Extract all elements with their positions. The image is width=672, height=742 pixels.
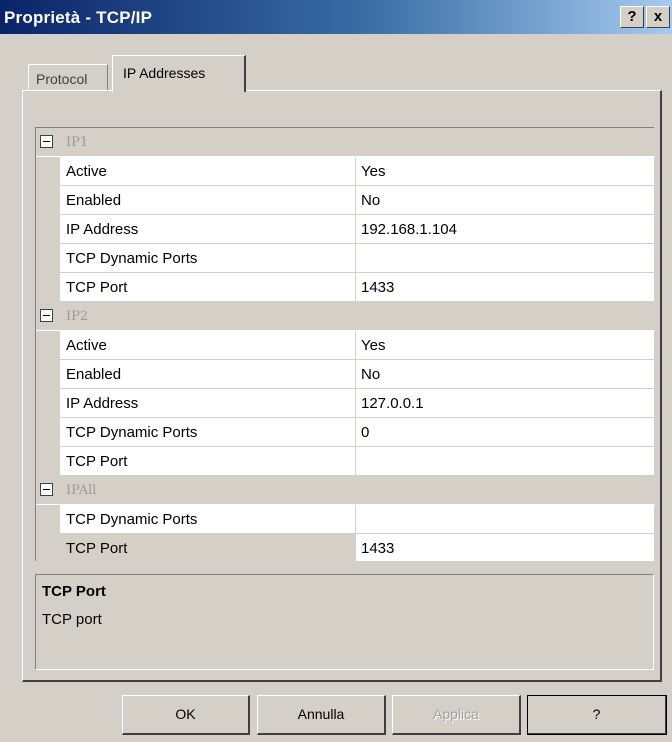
grid-property-value[interactable] [357,244,655,273]
tab-protocol[interactable]: Protocol [28,64,108,90]
property-grid[interactable]: IP1 Active Yes Enabled No IP Address 192.168.1… [35,127,655,563]
grid-property-name: IP Address [60,215,356,244]
title-help-button[interactable]: ? [620,6,644,28]
grid-category-label: IP1 [66,135,89,150]
grid-property-row[interactable]: Active Yes [36,331,655,360]
description-pane: TCP Port TCP port [35,574,654,670]
grid-category-label: IPAll [66,483,97,498]
grid-property-value[interactable]: 192.168.1.104 [357,215,655,244]
ok-button[interactable]: OK [122,695,250,735]
collapse-icon[interactable] [40,309,53,322]
grid-gutter [36,244,60,273]
grid-gutter [36,534,60,563]
grid-property-value[interactable]: 1433 [357,534,655,563]
grid-property-row[interactable]: Enabled No [36,186,655,215]
grid-property-row[interactable]: TCP Dynamic Ports [36,505,655,534]
grid-property-value[interactable]: No [357,360,655,389]
grid-gutter [36,186,60,215]
grid-property-name: IP Address [60,389,356,418]
grid-property-row[interactable]: TCP Port 1433 [36,273,655,302]
cancel-button[interactable]: Annulla [257,695,386,735]
grid-gutter [36,447,60,476]
grid-property-name: Active [60,157,356,186]
collapse-icon[interactable] [40,483,53,496]
grid-property-row[interactable]: IP Address 192.168.1.104 [36,215,655,244]
grid-property-value[interactable]: 127.0.0.1 [357,389,655,418]
grid-property-value[interactable]: Yes [357,157,655,186]
grid-property-row[interactable]: TCP Port 1433 [36,534,655,563]
grid-property-name: TCP Dynamic Ports [60,418,356,447]
collapse-icon[interactable] [40,135,53,148]
grid-gutter [36,215,60,244]
grid-property-name: TCP Port [60,534,356,563]
description-title: TCP Port [42,583,106,600]
grid-property-row[interactable]: TCP Dynamic Ports [36,244,655,273]
grid-property-name: Active [60,331,356,360]
grid-property-value[interactable]: 0 [357,418,655,447]
window-title: Proprietà - TCP/IP [4,8,153,27]
grid-gutter [36,505,60,534]
grid-property-name: TCP Port [60,447,356,476]
grid-property-value[interactable]: Yes [357,331,655,360]
grid-property-name: Enabled [60,186,356,215]
grid-property-row[interactable]: TCP Dynamic Ports 0 [36,418,655,447]
grid-category-row[interactable]: IP2 [36,302,655,331]
apply-button[interactable]: Applica [392,695,521,735]
grid-category-row[interactable]: IPAll [36,476,655,505]
grid-property-row[interactable]: Active Yes [36,157,655,186]
grid-property-value[interactable] [357,505,655,534]
title-bar[interactable]: Proprietà - TCP/IP ? x [0,0,672,34]
title-close-button[interactable]: x [646,6,670,28]
grid-property-row[interactable]: TCP Port [36,447,655,476]
grid-property-name: TCP Port [60,273,356,302]
description-text: TCP port [42,611,102,628]
grid-property-name: TCP Dynamic Ports [60,505,356,534]
grid-category-label: IP2 [66,309,89,324]
grid-property-row[interactable]: Enabled No [36,360,655,389]
grid-gutter [36,360,60,389]
grid-gutter [36,418,60,447]
help-button[interactable]: ? [527,695,667,735]
grid-property-row[interactable]: IP Address 127.0.0.1 [36,389,655,418]
grid-gutter [36,157,60,186]
grid-property-value[interactable]: No [357,186,655,215]
grid-gutter [36,331,60,360]
grid-category-row[interactable]: IP1 [36,128,655,157]
grid-gutter [36,273,60,302]
grid-property-name: TCP Dynamic Ports [60,244,356,273]
tab-ip-addresses[interactable]: IP Addresses [112,55,246,92]
grid-property-value[interactable]: 1433 [357,273,655,302]
grid-property-value[interactable] [357,447,655,476]
grid-property-name: Enabled [60,360,356,389]
grid-gutter [36,389,60,418]
